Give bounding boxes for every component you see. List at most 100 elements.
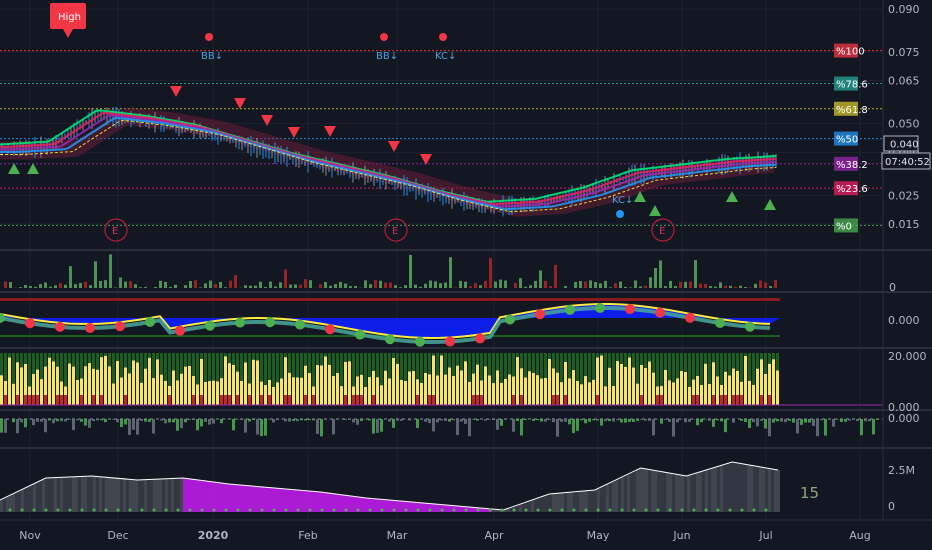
obv-area-bar <box>771 468 774 512</box>
histogram-bar <box>416 419 419 429</box>
obv-dot <box>152 508 156 512</box>
flow-bar-remainder <box>504 353 507 379</box>
obv-area-bar <box>63 477 66 512</box>
volume-bar <box>119 277 122 288</box>
obv-dot <box>308 508 312 512</box>
histogram-bar <box>612 419 615 422</box>
histogram-bar <box>264 419 267 436</box>
histogram-bar <box>64 419 67 422</box>
flow-bar <box>140 382 143 405</box>
histogram-bar <box>608 419 611 422</box>
flow-bar <box>380 385 383 405</box>
flow-bar-remainder <box>652 353 655 373</box>
obv-area-bar <box>39 481 42 512</box>
flow-bar-remainder <box>600 353 603 356</box>
obv-area-bar <box>291 489 294 512</box>
flow-bar-base <box>356 395 359 405</box>
obv-area-bar <box>459 506 462 512</box>
obv-area-bar <box>372 498 375 512</box>
flow-bar-remainder <box>4 353 7 381</box>
flow-bar-remainder <box>700 353 703 385</box>
volume-bar <box>29 285 32 288</box>
flow-bar <box>72 366 75 405</box>
obv-area-bar <box>273 487 276 512</box>
obv-area-bar <box>36 482 39 512</box>
obv-area-bar <box>165 478 168 512</box>
flow-bar-base <box>312 395 315 405</box>
volume-bar <box>669 280 672 288</box>
histogram-bar <box>148 419 151 422</box>
flow-bar <box>8 357 11 405</box>
histogram-bar <box>456 419 459 435</box>
stock-chart[interactable]: 0.090 0.075 0.065 0.050 0.040 0.025 0.015 %100… <box>0 0 932 550</box>
histogram-bar <box>856 419 859 422</box>
histogram-bar <box>576 419 579 431</box>
histogram-bar <box>676 419 679 423</box>
obv-area-bar <box>240 484 243 512</box>
flow-bar-base <box>248 395 251 405</box>
obv-area-bar <box>528 501 531 512</box>
histogram-bar <box>436 419 439 423</box>
obv-area-bar <box>75 476 78 512</box>
obv-area-bar <box>726 463 729 512</box>
histogram-bar <box>588 419 591 422</box>
flow-bar-remainder <box>764 353 767 374</box>
obv-dot <box>116 508 120 512</box>
obv-area-bar <box>540 497 543 512</box>
flow-bar-remainder <box>232 353 235 365</box>
histogram-bar <box>164 419 167 424</box>
histogram-bar <box>484 419 487 421</box>
histogram-bar <box>376 419 379 433</box>
flow-bar-remainder <box>248 353 251 384</box>
volume-bar <box>704 283 707 288</box>
histogram-bar <box>56 419 59 422</box>
flow-bar-remainder <box>608 353 611 368</box>
volume-bar <box>74 284 77 288</box>
volume-bar <box>529 285 532 288</box>
volume-bar <box>89 285 92 288</box>
flow-bar <box>652 372 655 405</box>
osc-cross-dot <box>145 317 155 328</box>
flow-bar-base <box>100 395 103 405</box>
obv-dot <box>548 508 552 512</box>
obv-area-bar <box>696 473 699 512</box>
histogram-bar <box>248 419 251 422</box>
flow-bar <box>364 386 367 405</box>
obv-area-bar <box>12 494 15 512</box>
flow-bar-remainder <box>68 353 71 364</box>
fib-tag-label: %38.2 <box>836 160 868 171</box>
obv-area-bar <box>738 463 741 512</box>
flow-bar-base <box>24 395 27 405</box>
volume-bar <box>524 286 527 288</box>
obv-area-bar <box>411 501 414 512</box>
obv-area-bar <box>33 484 36 512</box>
flow-bar-remainder <box>28 353 31 387</box>
obv-area-bar <box>420 502 423 512</box>
volume-bar <box>34 286 37 288</box>
obv-area-bar <box>615 480 618 512</box>
histogram-bar <box>160 419 163 421</box>
flow-bar-remainder <box>604 353 607 387</box>
histogram-bar <box>472 419 475 420</box>
flow-bar <box>272 386 275 405</box>
obv-area-bar <box>96 476 99 512</box>
flow-bar-remainder <box>304 353 307 366</box>
flow-bar-remainder <box>268 353 271 380</box>
obv-area-bar <box>84 476 87 512</box>
flow-bar <box>208 381 211 405</box>
flow-bar <box>384 370 387 405</box>
histogram-bar <box>180 419 183 429</box>
volume-bar <box>764 282 767 288</box>
flow-bar-remainder <box>648 353 651 362</box>
volume-bar <box>464 281 467 288</box>
obv-dot <box>68 508 72 512</box>
flow-bar-remainder <box>240 353 243 381</box>
histogram-bar <box>648 419 651 421</box>
volume-bar <box>634 280 637 288</box>
osc-cross-dot <box>235 317 245 328</box>
flow-bar-remainder <box>392 353 395 358</box>
histogram-bar <box>308 419 311 421</box>
flow-bar <box>584 376 587 405</box>
obv-area-bar <box>69 476 72 512</box>
volume-bar <box>439 283 442 288</box>
